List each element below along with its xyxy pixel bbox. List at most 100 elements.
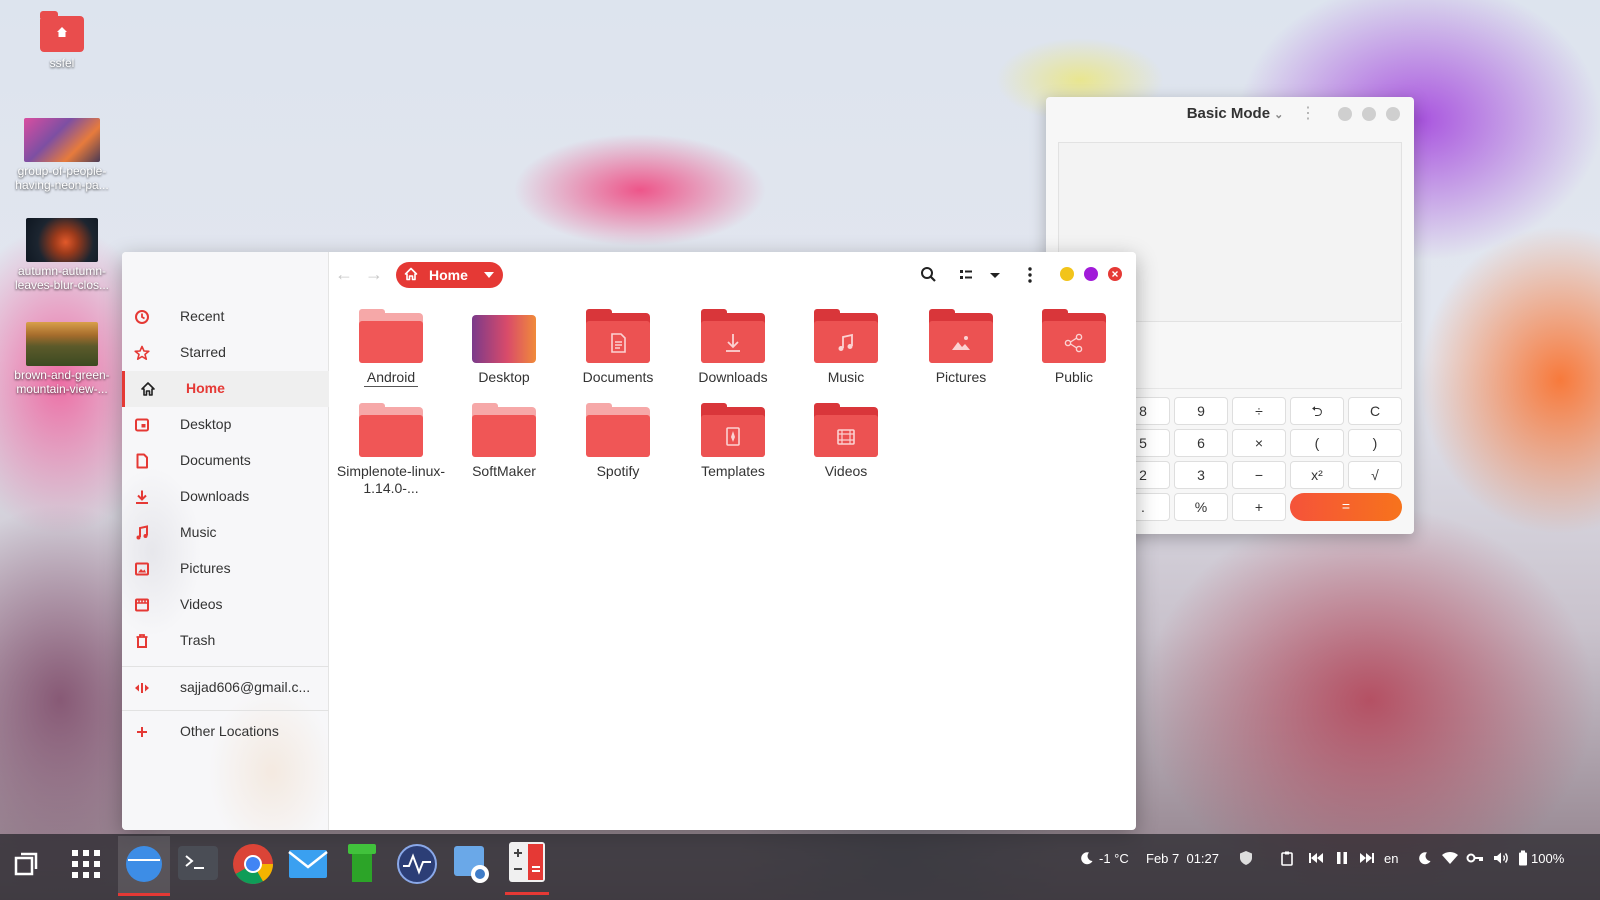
key-percent[interactable]: %	[1174, 493, 1228, 521]
folder-downloads[interactable]: Downloads	[676, 309, 790, 386]
vpn-key-icon[interactable]	[1466, 851, 1484, 865]
kebab-menu-icon[interactable]: ⋮	[1300, 101, 1316, 127]
documents-folder-icon	[586, 309, 650, 363]
folder-music[interactable]: Music	[789, 309, 903, 386]
close-button[interactable]	[1386, 107, 1400, 121]
sidebar-item-label: Pictures	[180, 560, 231, 576]
sidebar-item-home[interactable]: Home	[122, 371, 329, 407]
key-9[interactable]: 9	[1174, 397, 1228, 425]
volume-icon[interactable]	[1493, 851, 1509, 865]
key-sqrt[interactable]: √	[1348, 461, 1402, 489]
forward-arrow-icon[interactable]: →	[364, 264, 384, 285]
pause-icon[interactable]	[1335, 851, 1349, 865]
search-icon[interactable]	[918, 264, 940, 286]
folder-icon	[472, 403, 536, 457]
screenshot-tool-icon[interactable]	[450, 842, 494, 886]
key-6[interactable]: 6	[1174, 429, 1228, 457]
shield-icon[interactable]	[1238, 850, 1254, 866]
key-divide[interactable]: ÷	[1232, 397, 1286, 425]
key-3[interactable]: 3	[1174, 461, 1228, 489]
desktop-icon-image[interactable]: group-of-people-having-neon-pa...	[6, 118, 118, 192]
sidebar-item-downloads[interactable]: Downloads	[122, 479, 329, 515]
folder-spotify[interactable]: Spotify	[561, 403, 675, 480]
key-open-paren[interactable]: (	[1290, 429, 1344, 457]
clock[interactable]: Feb 7 01:27	[1146, 851, 1219, 866]
sidebar-item-music[interactable]: Music	[122, 515, 329, 551]
file-label: Simplenote-linux-1.14.0-...	[336, 463, 446, 496]
sidebar-item-label: Home	[186, 380, 225, 396]
key-multiply[interactable]: ×	[1232, 429, 1286, 457]
sidebar-item-pictures[interactable]: Pictures	[122, 551, 329, 587]
app-grid-icon[interactable]	[64, 842, 108, 886]
file-label: Android	[363, 369, 419, 387]
sidebar-item-label: Downloads	[180, 488, 250, 504]
key-minus[interactable]: −	[1232, 461, 1286, 489]
path-bar-home[interactable]: Home	[396, 262, 503, 288]
folder-videos[interactable]: Videos	[789, 403, 903, 480]
sidebar-item-starred[interactable]: Starred	[122, 335, 329, 371]
minimize-button[interactable]	[1338, 107, 1352, 121]
key-close-paren[interactable]: )	[1348, 429, 1402, 457]
folder-android[interactable]: Android	[334, 309, 448, 387]
minimize-button[interactable]	[1060, 267, 1074, 281]
film-icon	[135, 598, 149, 612]
battery-icon[interactable]	[1518, 850, 1528, 866]
maximize-button[interactable]	[1084, 267, 1098, 281]
sidebar-divider	[122, 666, 329, 667]
files-app-active[interactable]	[118, 836, 170, 896]
keyboard-layout[interactable]: en	[1384, 851, 1398, 866]
sidebar-item-trash[interactable]: Trash	[122, 623, 329, 659]
folder-desktop[interactable]: Desktop	[447, 313, 561, 386]
sidebar-item-online-account[interactable]: sajjad606@gmail.c...	[122, 670, 329, 706]
clipboard-icon[interactable]	[1279, 850, 1295, 866]
workspace-switcher-icon[interactable]	[6, 844, 46, 884]
sidebar-item-label: Documents	[180, 452, 251, 468]
sidebar-item-desktop[interactable]: Desktop	[122, 407, 329, 443]
back-arrow-icon[interactable]: ←	[334, 264, 354, 285]
folder-simplenote[interactable]: Simplenote-linux-1.14.0-...	[334, 403, 448, 497]
key-undo[interactable]: ⮌	[1290, 397, 1344, 425]
close-button[interactable]	[1108, 267, 1122, 281]
next-track-icon[interactable]	[1359, 851, 1375, 865]
folder-pictures[interactable]: Pictures	[904, 309, 1018, 386]
terminal-icon[interactable]	[176, 842, 220, 886]
desktop-icon-home-folder[interactable]: ssfel	[6, 11, 118, 70]
sidebar-item-videos[interactable]: Videos	[122, 587, 329, 623]
folder-softmaker[interactable]: SoftMaker	[447, 403, 561, 480]
key-equals[interactable]: =	[1290, 493, 1402, 521]
key-clear[interactable]: C	[1348, 397, 1402, 425]
key-square[interactable]: x²	[1290, 461, 1344, 489]
desktop-icon-image[interactable]: brown-and-green-mountain-view-...	[6, 322, 118, 396]
battery-percentage[interactable]: 100%	[1531, 851, 1564, 866]
sidebar-item-label: Other Locations	[180, 723, 279, 739]
list-view-icon[interactable]	[955, 264, 977, 286]
key-plus[interactable]: +	[1232, 493, 1286, 521]
moon-icon	[1081, 852, 1093, 865]
folder-public[interactable]: Public	[1017, 309, 1131, 386]
folder-templates[interactable]: Templates	[676, 403, 790, 480]
sidebar-item-recent[interactable]: Recent	[122, 299, 329, 335]
clock-icon	[135, 310, 149, 324]
sidebar-item-documents[interactable]: Documents	[122, 443, 329, 479]
desktop-icon-image[interactable]: autumn-autumn-leaves-blur-clos...	[6, 218, 118, 292]
chrome-icon[interactable]	[231, 842, 275, 886]
mode-selector[interactable]: Basic Mode ⌄	[1046, 105, 1414, 122]
folder-documents[interactable]: Documents	[561, 309, 675, 386]
home-icon	[404, 267, 418, 281]
calculator-app-icon[interactable]	[505, 840, 549, 884]
picture-icon	[135, 562, 149, 576]
sidebar-item-other-locations[interactable]: Other Locations	[122, 714, 329, 750]
maximize-button[interactable]	[1362, 107, 1376, 121]
mail-icon[interactable]	[286, 842, 330, 886]
pipe-game-icon[interactable]	[340, 840, 384, 884]
previous-track-icon[interactable]	[1308, 851, 1324, 865]
sidebar-item-label: Videos	[180, 596, 223, 612]
weather-text[interactable]: -1 °C	[1099, 851, 1129, 866]
menu-kebab-icon[interactable]	[1019, 264, 1041, 286]
night-light-icon[interactable]	[1418, 851, 1432, 865]
view-options-chevron-icon[interactable]	[984, 264, 1006, 286]
download-icon	[136, 490, 148, 504]
wifi-icon[interactable]	[1441, 851, 1459, 865]
system-monitor-icon[interactable]	[395, 842, 439, 886]
downloads-folder-icon	[701, 309, 765, 363]
